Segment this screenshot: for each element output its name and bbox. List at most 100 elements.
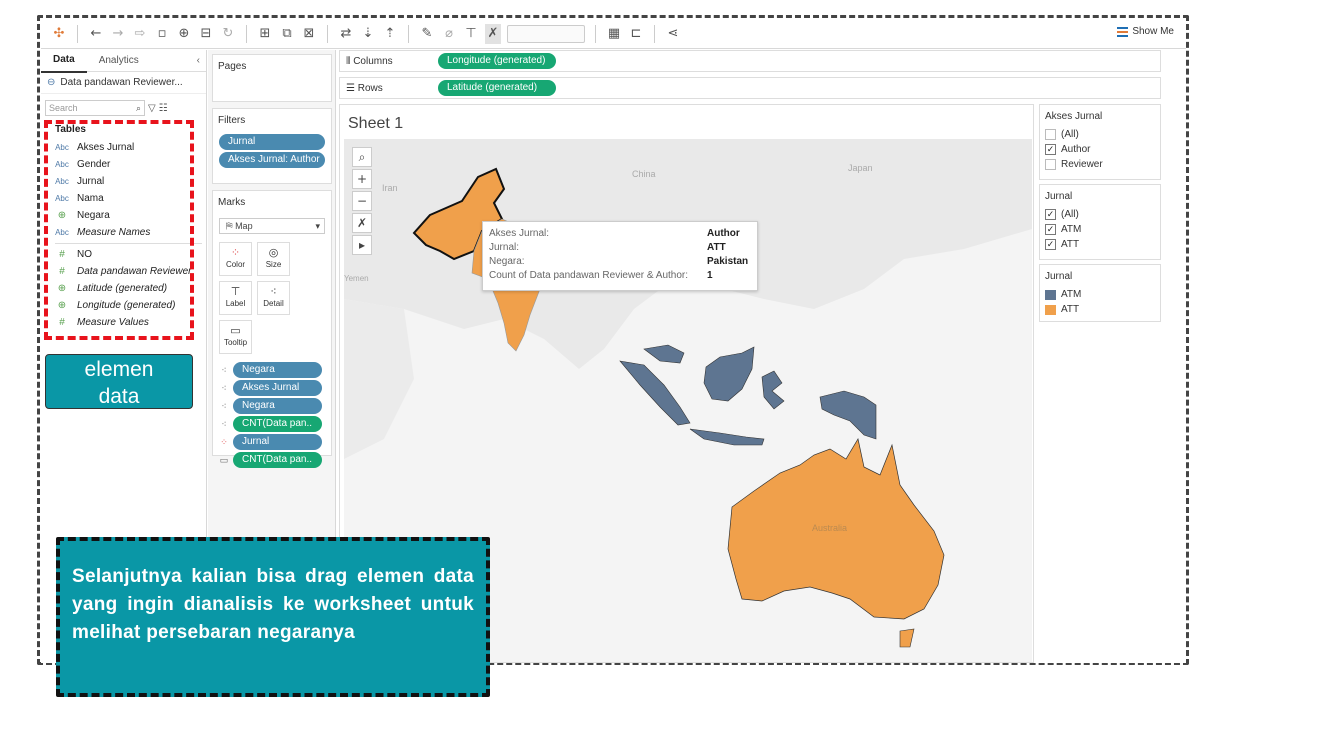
toolbar-divider bbox=[246, 24, 247, 43]
legend-item[interactable]: ✓ Author bbox=[1040, 142, 1160, 157]
checkbox[interactable]: ✓ bbox=[1045, 144, 1056, 155]
legend-item-label: Author bbox=[1061, 144, 1091, 155]
sort-ascending-icon[interactable]: ⇣ bbox=[360, 24, 376, 44]
legend-item[interactable]: ✓ ATT bbox=[1040, 237, 1160, 252]
mark-type-dropdown[interactable]: ⛿ Map ▾ bbox=[219, 218, 325, 234]
swap-rows-columns-icon[interactable]: ⇄ bbox=[338, 24, 354, 44]
show-me-button[interactable]: Show Me bbox=[1117, 26, 1174, 37]
mark-pill[interactable]: Jurnal bbox=[233, 434, 322, 450]
mark-pills: ⁖ Negara ⁖ Akses Jurnal ⁖ Negara ⁖ CNT(Data pan… bbox=[213, 362, 331, 468]
pane-tabs: Data Analytics ‹ bbox=[41, 49, 206, 73]
tooltip-key: Jurnal: bbox=[489, 242, 520, 253]
presentation-mode-icon[interactable]: ⊏ bbox=[628, 24, 644, 44]
fit-dropdown[interactable] bbox=[507, 24, 585, 43]
duplicate-sheet-icon[interactable]: ⧉ bbox=[279, 24, 295, 44]
new-datasource-icon[interactable]: ⊕ bbox=[176, 24, 192, 44]
checkbox[interactable]: ✓ bbox=[1045, 224, 1056, 235]
tooltip-button[interactable]: ▭ Tooltip bbox=[219, 320, 252, 354]
tooltip-key: Negara: bbox=[489, 256, 525, 267]
show-labels-icon[interactable]: ⊤ bbox=[463, 24, 479, 44]
pages-title: Pages bbox=[218, 61, 247, 72]
legend-jurnal-filter: Jurnal ✓ (All) ✓ ATM ✓ ATT bbox=[1039, 184, 1161, 260]
columns-shelf[interactable]: ⦀ Columns Longitude (generated) bbox=[339, 50, 1161, 72]
detail-button[interactable]: ⁖ Detail bbox=[257, 281, 290, 315]
detail-icon: ⁖ bbox=[270, 286, 277, 298]
legend-item[interactable]: ATM bbox=[1040, 287, 1160, 302]
zoom-out-icon[interactable]: − bbox=[352, 191, 372, 211]
expand-toolbar-icon[interactable]: ▸ bbox=[352, 235, 372, 255]
tooltip-row: Jurnal: ATT bbox=[489, 241, 751, 255]
color-swatch bbox=[1045, 304, 1056, 315]
tableau-logo-icon[interactable]: ✣ bbox=[51, 24, 67, 44]
legend-jurnal-color-items: ATM ATT bbox=[1040, 287, 1160, 317]
label-button[interactable]: ⊤ Label bbox=[219, 281, 252, 315]
rows-pill-latitude[interactable]: Latitude (generated) bbox=[438, 80, 556, 96]
mark-pill[interactable]: CNT(Data pan.. bbox=[233, 452, 322, 468]
filters-card[interactable]: Filters Jurnal Akses Jurnal: Author bbox=[212, 108, 332, 184]
filter-icon[interactable]: ▽ bbox=[148, 103, 156, 114]
highlight-icon[interactable]: ✎ bbox=[419, 24, 435, 44]
mark-pill[interactable]: Negara bbox=[233, 362, 322, 378]
size-button[interactable]: ◎ Size bbox=[257, 242, 290, 276]
checkbox[interactable]: ✓ bbox=[1045, 239, 1056, 250]
filter-pill-akses-jurnal[interactable]: Akses Jurnal: Author bbox=[219, 152, 325, 168]
collapse-pane-icon[interactable]: ‹ bbox=[197, 55, 206, 66]
tab-data[interactable]: Data bbox=[41, 49, 87, 73]
legend-jurnal-color: Jurnal ATM ATT bbox=[1039, 264, 1161, 322]
legend-item-label: (All) bbox=[1061, 129, 1079, 140]
legend-item[interactable]: (All) bbox=[1040, 127, 1160, 142]
redo-icon[interactable]: → bbox=[110, 24, 126, 44]
checkbox[interactable] bbox=[1045, 129, 1056, 140]
color-button[interactable]: ⁘ Color bbox=[219, 242, 252, 276]
mark-pill[interactable]: CNT(Data pan.. bbox=[233, 416, 322, 432]
mark-pill-row: ⁖ Akses Jurnal bbox=[219, 380, 331, 396]
legend-item[interactable]: ✓ ATM bbox=[1040, 222, 1160, 237]
replay-icon[interactable]: ⇨ bbox=[132, 24, 148, 44]
mark-pill[interactable]: Akses Jurnal bbox=[233, 380, 322, 396]
marks-title: Marks bbox=[218, 197, 246, 208]
map-search-icon[interactable]: ⌕ bbox=[352, 147, 372, 167]
pages-card[interactable]: Pages bbox=[212, 54, 332, 102]
sort-descending-icon[interactable]: ⇡ bbox=[382, 24, 398, 44]
checkbox[interactable] bbox=[1045, 159, 1056, 170]
legend-item[interactable]: Reviewer bbox=[1040, 157, 1160, 172]
save-icon[interactable]: ▫ bbox=[154, 24, 170, 44]
share-icon[interactable]: ⋖ bbox=[665, 24, 681, 44]
toolbar-divider bbox=[77, 24, 78, 43]
legend-jurnal-filter-items: ✓ (All) ✓ ATM ✓ ATT bbox=[1040, 207, 1160, 252]
tooltip-row: Negara: Pakistan bbox=[489, 255, 751, 269]
tab-analytics[interactable]: Analytics bbox=[87, 50, 151, 72]
map-toolbar: ⌕ + − ✗ ▸ bbox=[352, 147, 372, 257]
legend-item[interactable]: ✓ (All) bbox=[1040, 207, 1160, 222]
rows-shelf[interactable]: ☰ Rows Latitude (generated) bbox=[339, 77, 1161, 99]
mark-buttons: ⁘ Color ◎ Size ⊤ Label ⁖ Detail ▭ Tooltip bbox=[213, 238, 331, 354]
detail-icon: ⁖ bbox=[221, 364, 227, 375]
undo-icon[interactable]: ← bbox=[88, 24, 104, 44]
instruction-callout: Selanjutnya kalian bisa drag elemen data… bbox=[56, 537, 490, 697]
legend-item-label: ATT bbox=[1061, 304, 1080, 315]
pause-updates-icon[interactable]: ⊟ bbox=[198, 24, 214, 44]
reset-view-icon[interactable]: ✗ bbox=[352, 213, 372, 233]
new-worksheet-icon[interactable]: ⊞ bbox=[257, 24, 273, 44]
legend-jurnal-color-title: Jurnal bbox=[1045, 271, 1073, 282]
mark-pill[interactable]: Negara bbox=[233, 398, 322, 414]
color-icon: ⁘ bbox=[220, 436, 228, 447]
zoom-in-icon[interactable]: + bbox=[352, 169, 372, 189]
mark-pill-row: ▭ CNT(Data pan.. bbox=[219, 452, 331, 468]
columns-pill-longitude[interactable]: Longitude (generated) bbox=[438, 53, 556, 69]
checkbox[interactable]: ✓ bbox=[1045, 209, 1056, 220]
columns-icon: ⦀ bbox=[346, 55, 351, 67]
datasource-item[interactable]: ⊖ Data pandawan Reviewer... bbox=[41, 72, 206, 94]
search-input[interactable]: Search ⌕ bbox=[45, 100, 145, 116]
annotation-line-1: elemen bbox=[84, 358, 154, 381]
group-members-icon[interactable]: ⌀ bbox=[441, 24, 457, 44]
refresh-icon[interactable]: ↻ bbox=[220, 24, 236, 44]
show-cards-icon[interactable]: ▦ bbox=[606, 24, 622, 44]
view-toggle-icon[interactable]: ☷ bbox=[159, 103, 168, 114]
legend-item[interactable]: ATT bbox=[1040, 302, 1160, 317]
filter-pill-jurnal[interactable]: Jurnal bbox=[219, 134, 325, 150]
fix-axes-icon[interactable]: ✗ bbox=[485, 23, 501, 44]
map-label-iran: Iran bbox=[382, 183, 398, 193]
clear-sheet-icon[interactable]: ⊠ bbox=[301, 24, 317, 44]
sheet-title[interactable]: Sheet 1 bbox=[348, 115, 403, 133]
